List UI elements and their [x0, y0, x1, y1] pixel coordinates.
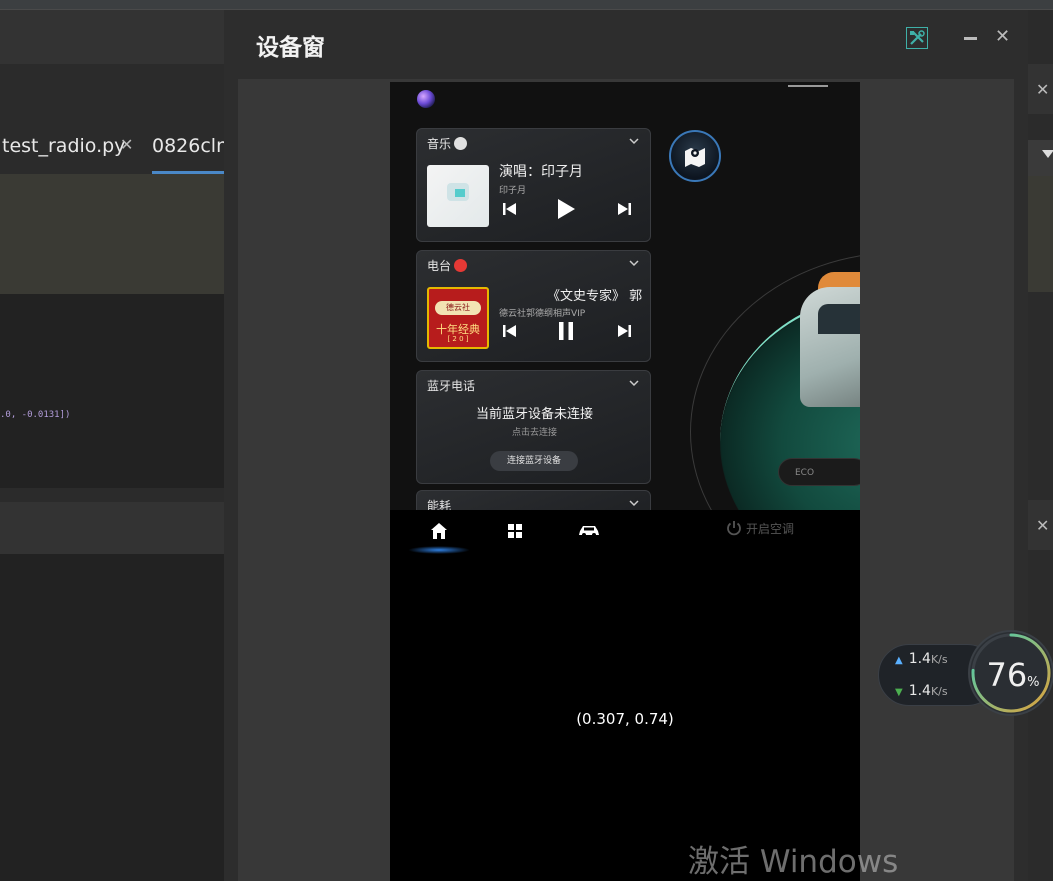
- right-panel-body: [1028, 176, 1053, 292]
- program-channel: 德云社郭德纲相声VIP: [499, 309, 586, 319]
- pause-icon[interactable]: [557, 321, 575, 341]
- ide-tool-header: [0, 502, 224, 554]
- voice-assistant-icon[interactable]: [417, 90, 435, 108]
- close-icon[interactable]: ✕: [120, 135, 136, 155]
- download-speed: ▼ 1.4K/s: [895, 683, 948, 699]
- cpu-percent: 76: [986, 656, 1028, 694]
- minimize-button[interactable]: [964, 37, 977, 40]
- editor-panel: [0, 174, 224, 294]
- console-output-line: .0, -0.0131]): [0, 410, 71, 420]
- cpu-gauge[interactable]: 76%: [968, 630, 1053, 716]
- speed-unit: K/s: [930, 653, 948, 666]
- activate-windows-watermark: 激活 Windows: [688, 844, 899, 880]
- arrow-down-icon: ▼: [895, 687, 903, 698]
- tab-label: 0826cln: [152, 135, 224, 157]
- close-icon[interactable]: ✕: [1036, 80, 1049, 99]
- previous-track-icon[interactable]: [503, 203, 517, 215]
- upload-speed: ▲ 1.4K/s: [895, 651, 948, 667]
- play-icon[interactable]: [557, 199, 575, 219]
- next-track-icon[interactable]: [617, 203, 631, 215]
- close-button[interactable]: ✕: [995, 26, 1010, 47]
- song-title: 演唱：印子月: [499, 164, 583, 180]
- chevron-down-icon[interactable]: [628, 135, 640, 147]
- device-screen[interactable]: ECO 音乐 演唱：印子月 印子月 电台 德云社 十年经典 [2 0] 《文…: [390, 82, 860, 881]
- radio-title: 电台: [427, 259, 452, 273]
- download-value: 1.4: [908, 683, 931, 699]
- radio-card[interactable]: 电台 德云社 十年经典 [ 2 0 ] 《文史专家》 郭 德云社郭德纲相声VIP: [416, 250, 651, 362]
- eco-mode-pill[interactable]: ECO: [778, 458, 860, 486]
- program-title: 《文史专家》 郭: [547, 289, 643, 304]
- album-sub-label: 德云社: [435, 301, 481, 315]
- music-app-icon: [454, 137, 468, 150]
- percent-sign: %: [1027, 675, 1040, 690]
- ide-title-strip: [0, 0, 1053, 10]
- chevron-down-icon[interactable]: [628, 497, 640, 509]
- chevron-down-icon[interactable]: [628, 377, 640, 389]
- editor-tab-bar: test_radio.py ✕ 0826cln: [0, 118, 224, 174]
- dropdown[interactable]: [1028, 140, 1053, 176]
- ide-toolbar: [0, 10, 224, 64]
- music-card[interactable]: 音乐 演唱：印子月 印子月: [416, 128, 651, 242]
- upload-value: 1.4: [908, 651, 931, 667]
- tools-icon[interactable]: [906, 27, 928, 49]
- chevron-down-icon[interactable]: [1042, 150, 1053, 158]
- album-art: 德云社 十年经典 [ 2 0 ]: [427, 287, 489, 349]
- tab-label: test_radio.py: [2, 135, 126, 157]
- album-art: [427, 165, 489, 227]
- radio-app-icon: [454, 259, 468, 272]
- chevron-down-icon[interactable]: [628, 257, 640, 269]
- home-icon[interactable]: [430, 522, 448, 540]
- map-button[interactable]: [669, 130, 721, 182]
- card-title: 蓝牙电话: [427, 379, 476, 393]
- bluetooth-phone-card[interactable]: 蓝牙电话 当前蓝牙设备未连接 点击去连接 连接蓝牙设备: [416, 370, 651, 484]
- album-tiny-label: [ 2 0 ]: [447, 335, 469, 343]
- ac-toggle[interactable]: 开启空调: [726, 520, 794, 537]
- apps-grid-icon[interactable]: [508, 524, 522, 538]
- card-title: 音乐: [427, 135, 468, 152]
- drag-handle[interactable]: [788, 85, 828, 87]
- tab-0826cln[interactable]: 0826cln: [152, 118, 224, 174]
- power-icon: [727, 521, 741, 536]
- close-icon[interactable]: ✕: [1036, 516, 1049, 535]
- tab-test-radio[interactable]: test_radio.py: [2, 118, 125, 174]
- connect-bluetooth-button[interactable]: 连接蓝牙设备: [490, 451, 578, 471]
- previous-track-icon[interactable]: [503, 325, 517, 337]
- next-track-icon[interactable]: [617, 325, 631, 337]
- active-indicator: [408, 546, 470, 554]
- ide-bottom-panel: [0, 554, 224, 881]
- bottom-nav: 开启空调: [390, 510, 860, 554]
- artist-name: 印子月: [499, 186, 527, 196]
- bluetooth-hint: 点击去连接: [511, 428, 557, 438]
- card-title: 电台: [427, 257, 468, 274]
- divider: [0, 488, 224, 502]
- music-title: 音乐: [427, 137, 452, 151]
- arrow-up-icon: ▲: [895, 655, 903, 666]
- window-title: 设备窗: [256, 35, 325, 61]
- coordinate-readout: (0.307, 0.74): [576, 710, 674, 728]
- bluetooth-status: 当前蓝牙设备未连接: [475, 407, 593, 422]
- speed-unit: K/s: [930, 685, 948, 698]
- car-window: [818, 304, 860, 334]
- ac-label: 开启空调: [746, 522, 795, 536]
- car-icon[interactable]: [578, 524, 600, 538]
- run-console: [0, 294, 224, 488]
- map-icon: [685, 148, 705, 167]
- cpu-value: 76%: [970, 656, 1053, 694]
